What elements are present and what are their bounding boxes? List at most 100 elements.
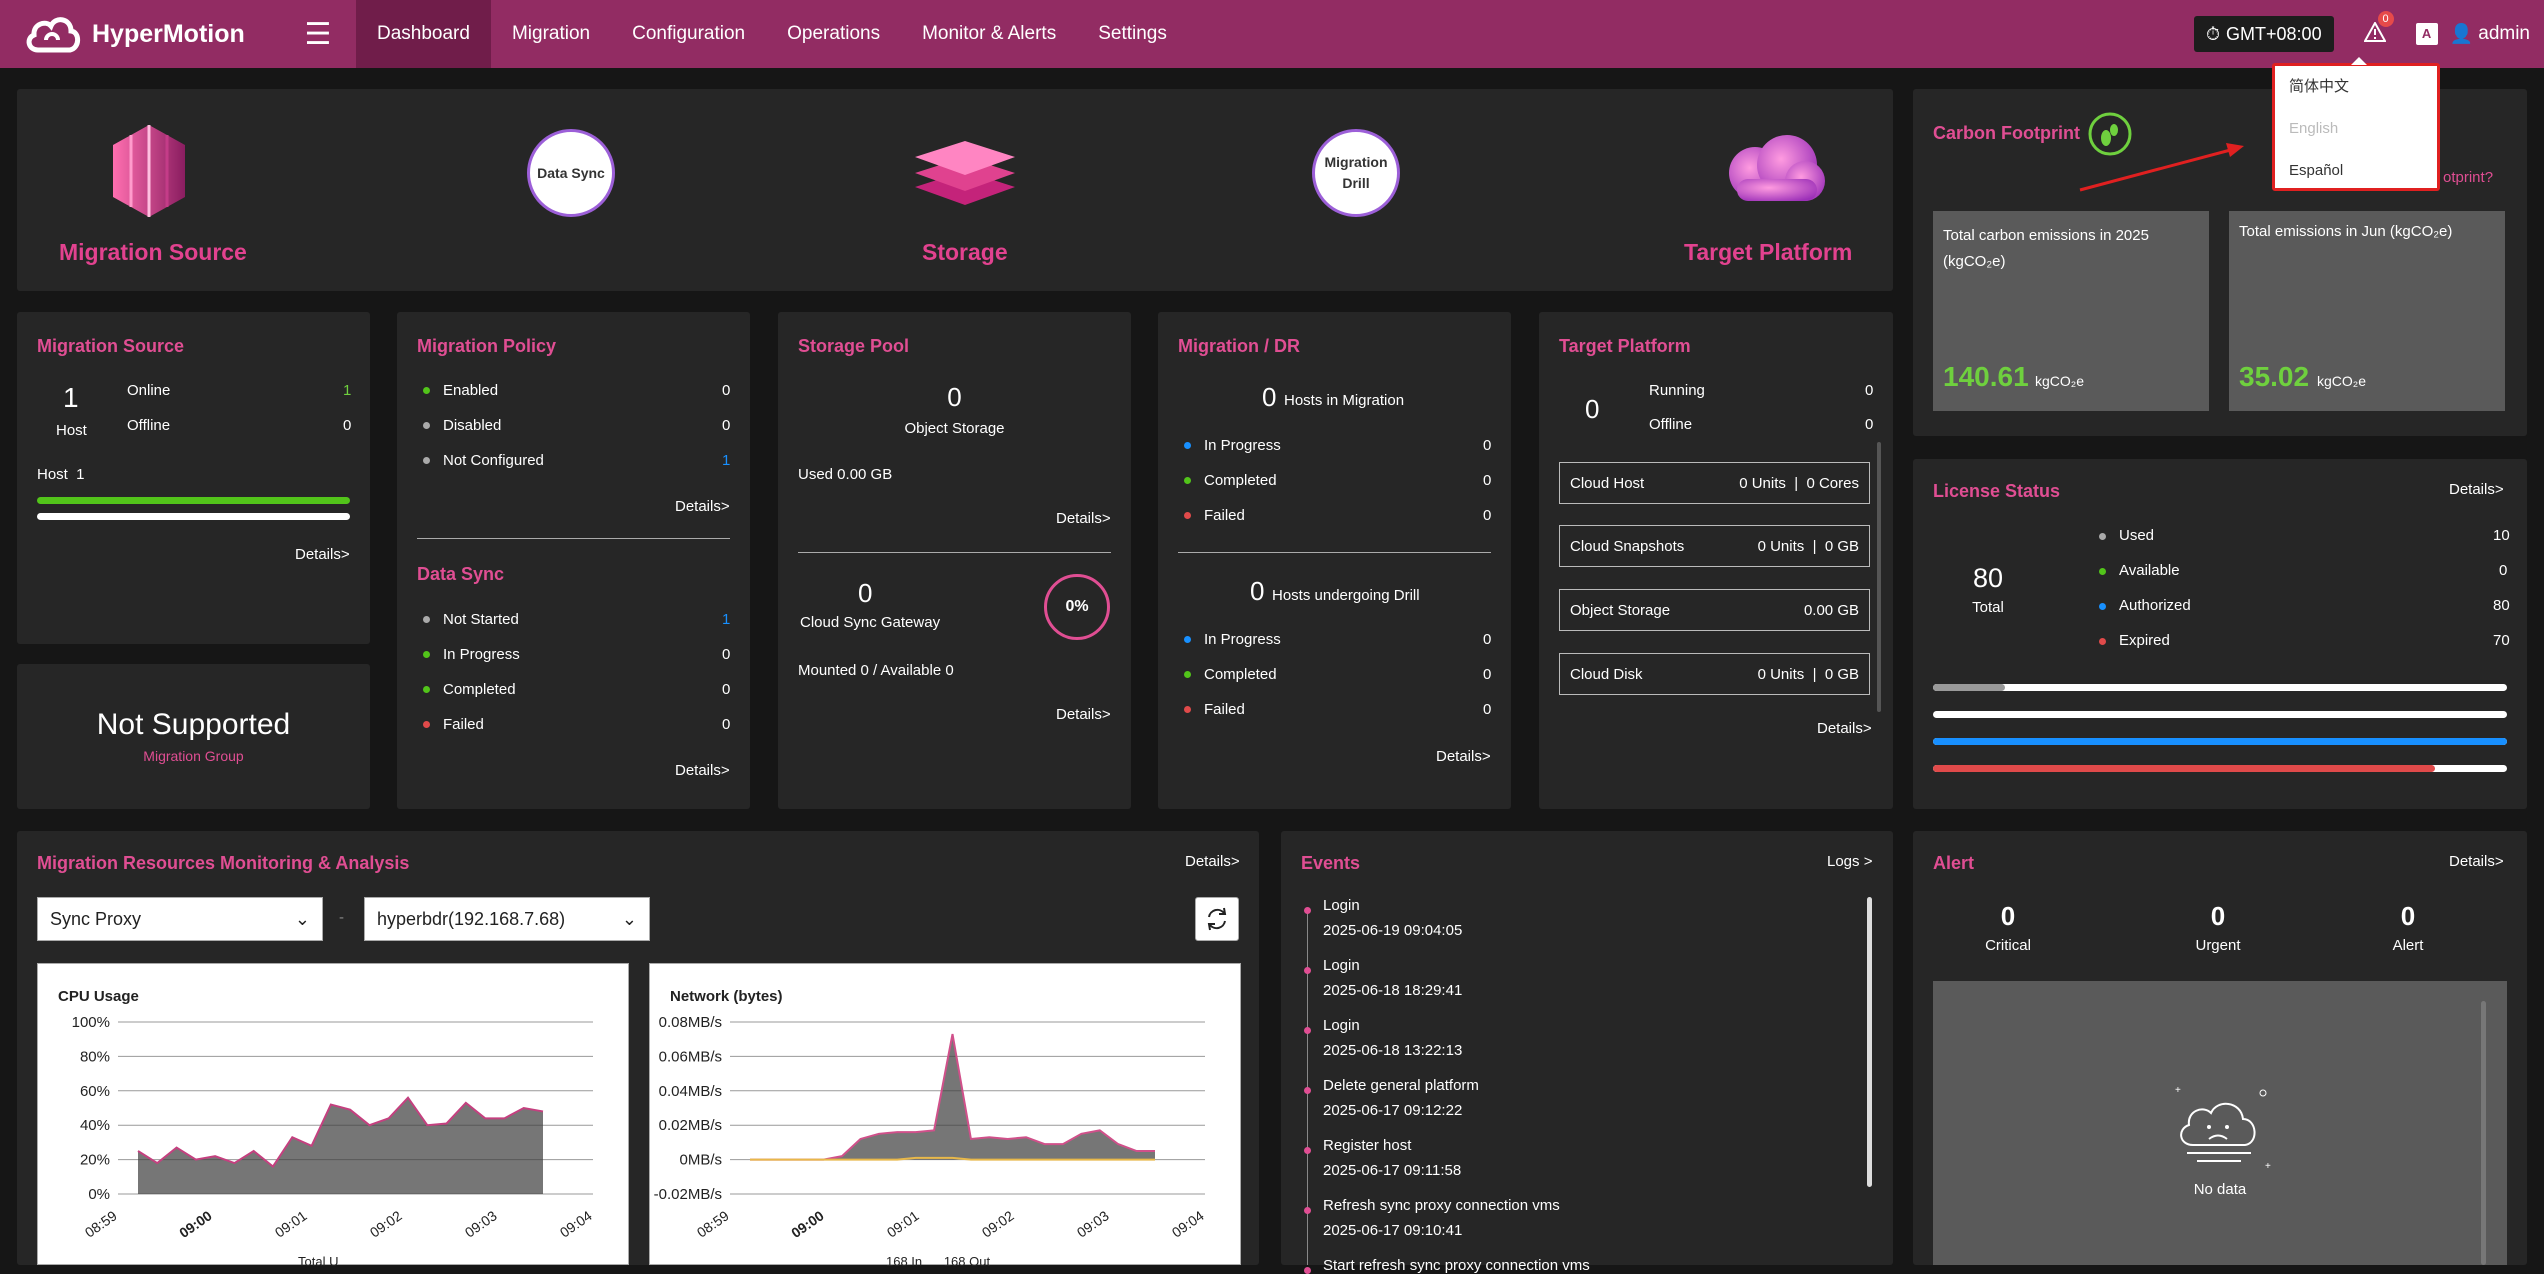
f-value: 0 <box>1483 507 1492 524</box>
x-tick-label: 08:59 <box>694 1207 732 1240</box>
msource-details-link[interactable]: Details> <box>295 546 350 563</box>
offline-bar <box>37 513 350 520</box>
proxy-type-select[interactable]: Sync Proxy ⌄ <box>37 897 323 941</box>
cloud-host-value: 0 Units | 0 Cores <box>1739 474 1859 492</box>
events-scrollbar[interactable] <box>1867 897 1872 1187</box>
used-value: 10 <box>2493 527 2510 544</box>
timeline-dot <box>1304 967 1311 974</box>
clock-icon: ⏱ <box>2205 23 2221 44</box>
event-time: 2025-06-18 13:22:13 <box>1323 1042 1463 1059</box>
not-supported-panel: Not Supported Migration Group <box>17 664 370 809</box>
enabled-value: 0 <box>722 382 731 399</box>
datasync-details-link[interactable]: Details> <box>675 762 730 779</box>
no-data-label: No data <box>2193 1181 2247 1198</box>
alert-notification[interactable]: 0 <box>2362 10 2394 47</box>
divider <box>1178 552 1491 553</box>
nav-dashboard[interactable]: Dashboard <box>356 0 491 68</box>
alert-scrollbar[interactable] <box>2481 1001 2486 1265</box>
y-tick-label: 80% <box>80 1048 110 1065</box>
policy-details-link[interactable]: Details> <box>675 498 730 515</box>
logo[interactable]: HyperMotion <box>24 10 300 58</box>
carbon-total-unit: kgCO₂e <box>2035 373 2085 389</box>
carbon-title: Carbon Footprint <box>1933 123 2080 143</box>
monitor-title: Migration Resources Monitoring & Analysi… <box>37 853 410 873</box>
target-scrollbar[interactable] <box>1877 442 1881 712</box>
user-menu[interactable]: 👤 admin <box>2450 22 2530 46</box>
nav-configuration[interactable]: Configuration <box>611 0 766 68</box>
monitor-details-link[interactable]: Details> <box>1185 853 1240 870</box>
menu-toggle-icon[interactable]: ☰ <box>300 17 336 52</box>
in-progress-dot <box>423 651 430 658</box>
f2-label: Failed <box>1204 701 1245 718</box>
footprint-icon <box>2088 112 2132 156</box>
not-started-dot <box>423 616 430 623</box>
nav-settings[interactable]: Settings <box>1077 0 1188 68</box>
used-dot <box>2099 533 2106 540</box>
mdr-details-link[interactable]: Details> <box>1436 748 1491 765</box>
x-tick-label: 09:03 <box>1074 1207 1112 1240</box>
select-separator: - <box>339 909 344 926</box>
expired-label: Expired <box>2119 632 2170 649</box>
online-bar <box>37 497 350 504</box>
cloud-snapshots-row: Cloud Snapshots 0 Units | 0 GB <box>1559 525 1870 567</box>
carbon-total-label: Total carbon emissions in 2025 (kgCO₂e) <box>1943 227 2149 270</box>
alert-details-link[interactable]: Details> <box>2449 853 2504 870</box>
failed-label: Failed <box>443 716 484 733</box>
y-tick-label: 0.04MB/s <box>659 1083 722 1100</box>
available-bar-track <box>1933 711 2507 718</box>
disabled-value: 0 <box>722 417 731 434</box>
target-platform-panel: Target Platform 0 Running 0 Offline 0 Cl… <box>1539 312 1893 809</box>
flow-source-label: Migration Source <box>59 239 247 265</box>
pool-details-link[interactable]: Details> <box>1056 510 1111 527</box>
carbon-total-value: 140.61 <box>1943 361 2029 392</box>
cloud-disk-label: Cloud Disk <box>1570 665 1643 683</box>
carbon-month-card: Total emissions in Jun (kgCO₂e) 35.02 kg… <box>2229 211 2505 411</box>
event-time: 2025-06-18 18:29:41 <box>1323 982 1463 999</box>
timezone-button[interactable]: ⏱ GMT+08:00 <box>2193 16 2334 52</box>
data-sync-node: Data Sync <box>527 129 615 217</box>
msource-count-label: Host <box>56 422 87 439</box>
proxy-host-value: hyperbdr(192.168.7.68) <box>377 908 566 929</box>
ip-label: In Progress <box>1204 437 1281 454</box>
event-title: Login <box>1323 897 1360 914</box>
c-dot <box>1184 477 1191 484</box>
offline-value: 0 <box>1865 416 1874 433</box>
event-title: Delete general platform <box>1323 1077 1479 1094</box>
nav-operations[interactable]: Operations <box>766 0 901 68</box>
lang-option-english[interactable]: English <box>2275 108 2437 150</box>
hosts-in-migration-count: 0 <box>1262 382 1277 412</box>
refresh-button[interactable] <box>1195 897 1239 941</box>
usage-ring: 0% <box>1044 574 1110 640</box>
nav-migration[interactable]: Migration <box>491 0 611 68</box>
cloud-disk-value: 0 Units | 0 GB <box>1757 665 1859 683</box>
object-storage-row: Object Storage 0.00 GB <box>1559 589 1870 631</box>
pool-details-link-2[interactable]: Details> <box>1056 706 1111 723</box>
events-logs-link[interactable]: Logs > <box>1827 853 1872 870</box>
lang-option-chinese[interactable]: 简体中文 <box>2275 66 2437 108</box>
event-time: 2025-06-17 09:11:58 <box>1323 1162 1462 1179</box>
language-switch-icon[interactable]: A <box>2415 23 2438 45</box>
lang-option-spanish[interactable]: Español <box>2275 150 2437 192</box>
y-tick-label: 60% <box>80 1083 110 1100</box>
cpu-legend: Total U <box>298 1254 339 1269</box>
enabled-dot <box>423 387 430 394</box>
storage-pool-panel: Storage Pool 0 Object Storage Used 0.00 … <box>778 312 1131 809</box>
carbon-month-unit: kgCO₂e <box>2317 373 2367 389</box>
event-time: 2025-06-17 09:10:41 <box>1323 1222 1463 1239</box>
x-tick-label: 09:00 <box>176 1207 215 1241</box>
proxy-host-select[interactable]: hyperbdr(192.168.7.68) ⌄ <box>364 897 650 941</box>
event-title: Login <box>1323 1017 1360 1034</box>
c-label: Completed <box>1204 472 1277 489</box>
language-dropdown: 简体中文 English Español <box>2272 57 2440 192</box>
object-storage-value: 0.00 GB <box>1803 601 1859 619</box>
event-time: 2025-06-17 09:12:22 <box>1323 1102 1463 1119</box>
nav-monitor-alerts[interactable]: Monitor & Alerts <box>901 0 1077 68</box>
failed-value: 0 <box>722 716 731 733</box>
license-total: 80 <box>1972 563 2004 593</box>
license-details-link[interactable]: Details> <box>2449 481 2504 498</box>
migration-source-panel: Migration Source 1 Host Online 1 Offline… <box>17 312 370 644</box>
target-details-link[interactable]: Details> <box>1817 720 1872 737</box>
carbon-info-link[interactable]: otprint? <box>2443 169 2493 186</box>
cloud-snapshots-label: Cloud Snapshots <box>1570 537 1685 555</box>
alert-count: 0 <box>2400 901 2416 931</box>
